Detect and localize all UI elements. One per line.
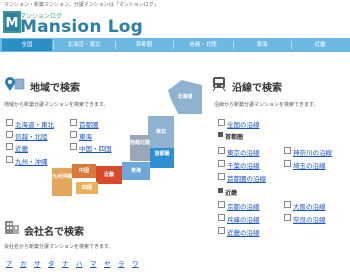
area-search-title: 地域で検索 bbox=[30, 83, 80, 94]
nav-tab-shinetsu-hokuriku[interactable]: 信越・北陸 bbox=[174, 39, 232, 51]
kana-link-ta[interactable]: タ bbox=[48, 258, 55, 268]
nav-tab-shutoken[interactable]: 首都圏 bbox=[116, 39, 172, 51]
building-icon bbox=[3, 219, 21, 239]
map-region-hokkaido[interactable]: 北海道 bbox=[168, 80, 202, 114]
nav-tab-tokai[interactable]: 東海 bbox=[234, 39, 290, 51]
bullet-icon bbox=[284, 214, 291, 221]
logo-icon[interactable]: M bbox=[3, 11, 21, 33]
map-region-kyushu-okinawa[interactable]: 九州沖縄 bbox=[52, 168, 72, 196]
bullet-icon bbox=[284, 160, 291, 167]
line-link-saitama[interactable]: 埼玉の沿線 bbox=[284, 153, 326, 172]
nav-tab-hokkaido-tohoku[interactable]: 北海道・東北 bbox=[54, 39, 114, 51]
bullet-icon bbox=[218, 227, 225, 234]
svg-text:M: M bbox=[6, 16, 19, 31]
link-label[interactable]: 奈良の沿線 bbox=[293, 216, 326, 224]
area-link-kyushu-okinawa[interactable]: 九州・沖縄 bbox=[6, 149, 48, 168]
link-label[interactable]: 九州・沖縄 bbox=[15, 158, 48, 166]
header-tagline: マンション・新築マンション、分譲マンションは「マンションログ」 bbox=[4, 2, 159, 8]
map-region-tokai[interactable]: 東海 bbox=[122, 162, 150, 180]
company-search-desc: 会社名から新築分譲マンションを検索できます。 bbox=[4, 244, 114, 250]
line-link-kinki[interactable]: 近畿の沿線 bbox=[218, 220, 260, 239]
square-icon bbox=[218, 188, 223, 193]
map-region-shikoku[interactable]: 四国 bbox=[76, 182, 98, 194]
kana-link-na[interactable]: ナ bbox=[62, 258, 69, 268]
link-label[interactable]: 中国・四国 bbox=[79, 145, 112, 153]
kana-link-ma[interactable]: マ bbox=[90, 258, 97, 268]
area-search-desc: 地域から新築分譲マンションを検索できます。 bbox=[4, 102, 109, 108]
company-search-title: 会社名で検索 bbox=[24, 227, 84, 238]
line-search-desc: 沿線から新築分譲マンションを検索できます。 bbox=[214, 102, 319, 108]
logo-title[interactable]: Mansion Log bbox=[20, 17, 143, 37]
kana-link-ra[interactable]: ラ bbox=[118, 258, 125, 268]
map-region-chugoku[interactable]: 中国 bbox=[72, 164, 96, 178]
line-search-title: 沿線で検索 bbox=[232, 83, 282, 94]
kana-link-ha[interactable]: ハ bbox=[76, 258, 83, 268]
link-label[interactable]: 近畿の沿線 bbox=[227, 229, 260, 237]
area-link-chugoku-shikoku[interactable]: 中国・四国 bbox=[70, 136, 112, 155]
kana-link-ka[interactable]: カ bbox=[20, 258, 27, 268]
line-link-nara[interactable]: 奈良の沿線 bbox=[284, 207, 326, 226]
bullet-icon bbox=[70, 143, 77, 150]
train-icon bbox=[212, 76, 226, 96]
map-region-shinetsu-hokuriku[interactable]: 信越北陸 bbox=[130, 135, 150, 161]
map-region-shutoken[interactable]: 首都圏 bbox=[150, 148, 174, 168]
nav-tab-all[interactable]: 全国 bbox=[2, 39, 52, 51]
map-pin-icon bbox=[3, 76, 25, 96]
nav-tab-kinki[interactable]: 近畿 bbox=[292, 39, 348, 51]
square-icon bbox=[218, 132, 223, 137]
bullet-icon bbox=[218, 173, 225, 180]
map-region-tohoku[interactable]: 東北 bbox=[148, 116, 174, 148]
kana-link-a[interactable]: ア bbox=[6, 258, 13, 268]
kana-link-ya[interactable]: ヤ bbox=[104, 258, 111, 268]
kana-link-sa[interactable]: サ bbox=[34, 258, 41, 268]
link-label[interactable]: 埼玉の沿線 bbox=[293, 162, 326, 170]
bullet-icon bbox=[6, 156, 13, 163]
map-region-kinki[interactable]: 近畿 bbox=[96, 166, 122, 184]
kana-link-wa[interactable]: ワ bbox=[132, 258, 139, 268]
